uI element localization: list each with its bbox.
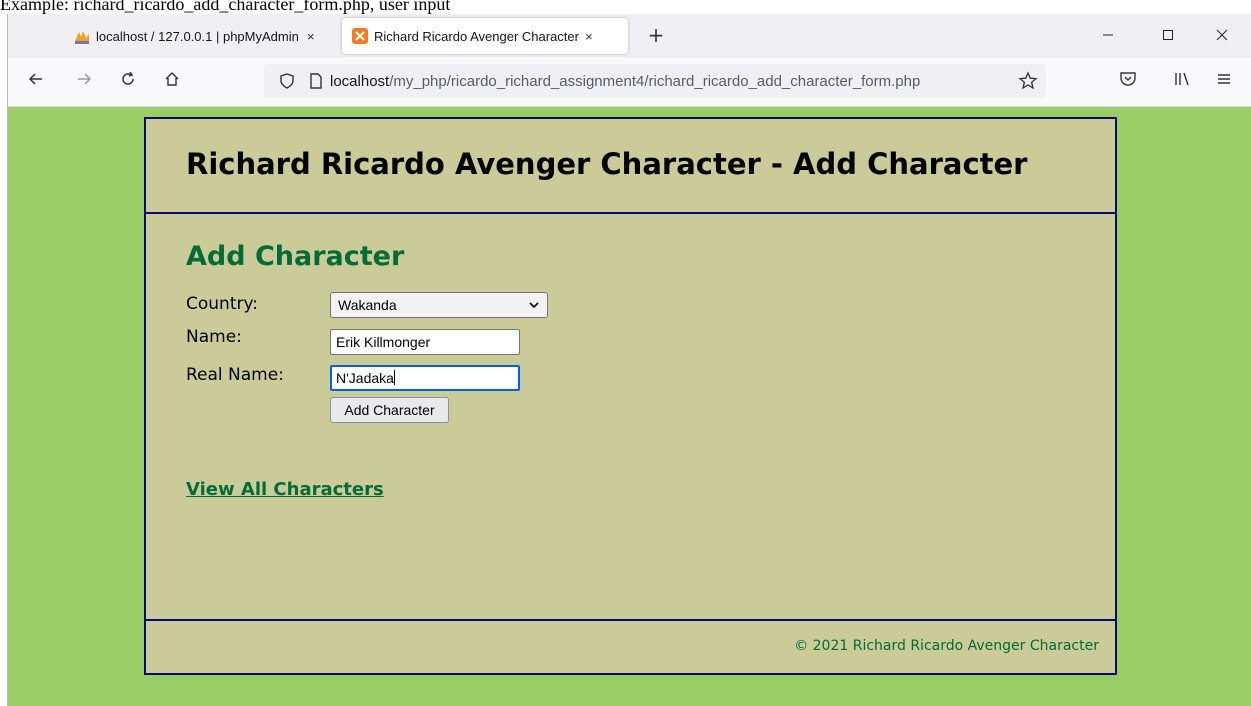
browser-window: localhost / 127.0.0.1 | phpMyAdmin × Ric… xyxy=(7,14,1251,706)
view-all-characters-link[interactable]: View All Characters xyxy=(186,479,384,500)
phpmyadmin-icon xyxy=(75,31,89,44)
maximize-button[interactable] xyxy=(1148,22,1188,50)
forward-arrow-icon xyxy=(78,73,92,85)
close-tab-icon[interactable]: × xyxy=(585,29,593,44)
home-icon xyxy=(165,72,179,86)
tab-phpmyadmin[interactable]: localhost / 127.0.0.1 | phpMyAdmin × xyxy=(64,18,336,54)
page-icon xyxy=(310,73,322,89)
new-tab-button[interactable]: + xyxy=(644,24,668,48)
back-arrow-icon xyxy=(28,73,42,85)
document-caption: Example: richard_ricardo_add_character_f… xyxy=(0,0,451,14)
back-button[interactable] xyxy=(24,70,48,94)
chevron-down-icon xyxy=(529,293,539,326)
close-icon xyxy=(1216,29,1228,41)
tracking-shield-icon[interactable] xyxy=(278,72,296,90)
address-bar[interactable]: localhost/my_php/ricardo_richard_assignm… xyxy=(264,64,1046,98)
name-input[interactable]: Erik Killmonger xyxy=(330,329,520,355)
tab-label: Richard Ricardo Avenger Character xyxy=(374,28,579,44)
real-name-label: Real Name: xyxy=(186,365,284,385)
add-character-button[interactable]: Add Character xyxy=(330,397,449,423)
real-name-value: N'Jadaka xyxy=(336,370,394,386)
url-host: localhost xyxy=(330,72,390,90)
pocket-icon xyxy=(1120,72,1136,86)
reload-button[interactable] xyxy=(116,70,140,94)
close-tab-icon[interactable]: × xyxy=(307,29,315,44)
text-caret xyxy=(393,370,395,385)
library-button[interactable] xyxy=(1170,70,1194,94)
url-path: /my_php/ricardo_richard_assignment4/rich… xyxy=(389,72,921,90)
library-icon xyxy=(1175,72,1189,86)
menu-button[interactable] xyxy=(1212,70,1236,94)
country-label: Country: xyxy=(186,294,259,314)
real-name-input[interactable]: N'Jadaka xyxy=(330,365,520,391)
page-header: Richard Ricardo Avenger Character - Add … xyxy=(146,119,1115,214)
home-button[interactable] xyxy=(160,70,184,94)
name-label: Name: xyxy=(186,327,242,347)
bookmark-star-icon[interactable] xyxy=(1018,71,1038,91)
reload-icon xyxy=(122,71,134,85)
xampp-icon xyxy=(352,28,368,44)
pocket-button[interactable] xyxy=(1116,70,1140,94)
tab-strip: localhost / 127.0.0.1 | phpMyAdmin × Ric… xyxy=(8,14,1251,58)
close-window-button[interactable] xyxy=(1202,22,1242,50)
hamburger-menu-icon xyxy=(1218,74,1230,84)
page-container: Richard Ricardo Avenger Character - Add … xyxy=(144,117,1117,675)
country-select[interactable]: Wakanda xyxy=(330,292,548,318)
forward-button[interactable] xyxy=(72,70,96,94)
maximize-icon xyxy=(1163,30,1173,40)
tab-label: localhost / 127.0.0.1 | phpMyAdmin xyxy=(96,28,299,44)
page-viewport: Richard Ricardo Avenger Character - Add … xyxy=(8,107,1251,706)
navigation-bar: localhost/my_php/ricardo_richard_assignm… xyxy=(8,58,1251,107)
minimize-button[interactable] xyxy=(1088,22,1128,50)
tab-avenger-character[interactable]: Richard Ricardo Avenger Character × xyxy=(342,18,628,54)
url-text[interactable]: localhost/my_php/ricardo_richard_assignm… xyxy=(330,73,1000,90)
section-heading: Add Character xyxy=(186,241,405,272)
minimize-icon xyxy=(1103,34,1113,36)
page-title: Richard Ricardo Avenger Character - Add … xyxy=(186,147,1028,181)
country-select-value: Wakanda xyxy=(338,297,397,313)
page-footer: © 2021 Richard Ricardo Avenger Character xyxy=(146,619,1115,675)
footer-copyright: © 2021 Richard Ricardo Avenger Character xyxy=(794,638,1099,654)
